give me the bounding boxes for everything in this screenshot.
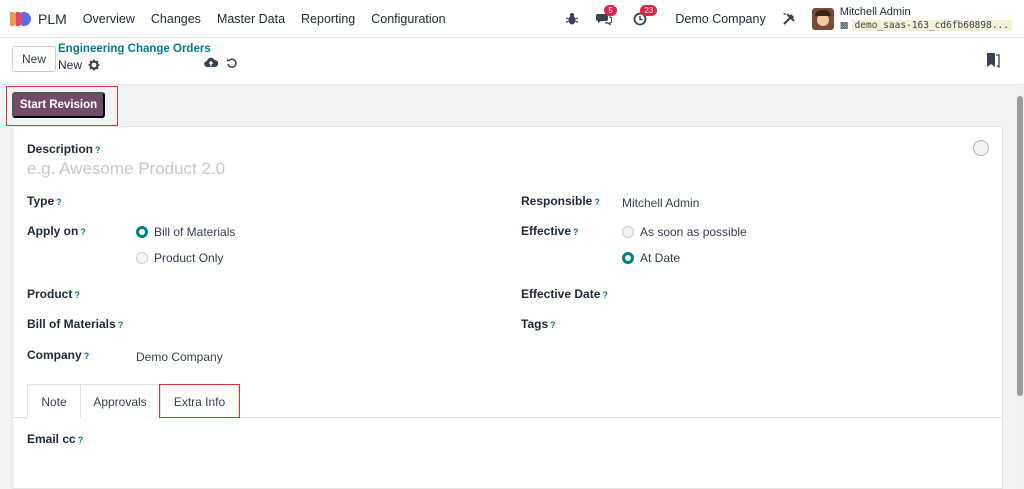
company-help-icon[interactable]: ? — [84, 351, 90, 361]
messages-button[interactable]: 5 — [593, 5, 617, 30]
debug-bug-icon[interactable] — [561, 8, 583, 30]
radio-unselected-icon — [622, 226, 634, 238]
gear-icon[interactable] — [88, 59, 100, 71]
database-icon: ▩ — [839, 20, 849, 30]
type-label: Type? — [27, 194, 62, 208]
scrollbar-thumb[interactable] — [1017, 96, 1023, 396]
form-sheet: Description? e.g. Awesome Product 2.0 Ty… — [12, 126, 1003, 489]
activities-button[interactable]: 23 — [629, 5, 658, 30]
bom-help-icon[interactable]: ? — [118, 320, 124, 330]
description-label: Description? — [27, 142, 101, 156]
responsible-label: Responsible? — [521, 194, 600, 208]
effective-at-date-label: At Date — [640, 251, 681, 265]
menu-changes[interactable]: Changes — [151, 12, 201, 26]
highlight-start-revision — [6, 86, 118, 126]
record-name: New — [58, 58, 83, 72]
tab-note[interactable]: Note — [27, 384, 81, 418]
responsible-help-icon[interactable]: ? — [594, 197, 600, 207]
database-name: demo_saas-163_cd6fb60898... — [851, 20, 1012, 31]
tab-approvals[interactable]: Approvals — [80, 384, 160, 418]
tools-icon[interactable] — [778, 8, 800, 30]
effective-date-label: Effective Date? — [521, 287, 608, 301]
type-help-icon[interactable]: ? — [56, 197, 62, 207]
save-cloud-icon[interactable] — [204, 57, 219, 72]
plm-logo-icon — [10, 11, 32, 26]
user-name: Mitchell Admin — [839, 6, 911, 18]
record-title: New — [58, 58, 100, 72]
radio-unselected-icon — [136, 252, 148, 264]
navbar-systray: 5 23 Demo Company Mitchell Admin ▩ demo_… — [561, 0, 1024, 38]
top-navbar: PLM Overview Changes Master Data Reporti… — [0, 0, 1024, 38]
menu-master-data[interactable]: Master Data — [217, 12, 285, 26]
tags-label: Tags? — [521, 317, 556, 331]
scrollbar[interactable] — [1016, 86, 1024, 489]
email-cc-help-icon[interactable]: ? — [78, 435, 84, 445]
effective-asap-radio[interactable]: As soon as possible — [622, 225, 747, 239]
user-menu[interactable]: Mitchell Admin ▩ demo_saas-163_cd6fb6089… — [840, 6, 1012, 32]
messages-badge: 5 — [604, 5, 617, 16]
email-cc-label: Email cc? — [27, 432, 84, 446]
brand[interactable]: PLM — [10, 11, 75, 27]
company-label: Company? — [27, 348, 90, 362]
description-input[interactable]: e.g. Awesome Product 2.0 — [27, 159, 225, 179]
highlight-extra-info — [159, 384, 240, 418]
radio-selected-icon — [622, 252, 634, 264]
responsible-field[interactable]: Mitchell Admin — [622, 196, 699, 210]
apply-on-help-icon[interactable]: ? — [80, 227, 86, 237]
effective-date-help-icon[interactable]: ? — [602, 290, 608, 300]
menu-configuration[interactable]: Configuration — [371, 12, 445, 26]
priority-status-circle[interactable] — [973, 140, 989, 156]
effective-help-icon[interactable]: ? — [573, 227, 579, 237]
effective-label: Effective? — [521, 224, 579, 238]
apply-on-bom-radio[interactable]: Bill of Materials — [136, 225, 235, 239]
user-avatar[interactable] — [811, 8, 834, 30]
product-help-icon[interactable]: ? — [74, 290, 80, 300]
description-help-icon[interactable]: ? — [95, 145, 101, 155]
apply-on-product-label: Product Only — [154, 251, 224, 265]
menu-overview[interactable]: Overview — [83, 12, 135, 26]
control-panel: New Engineering Change Orders New — [0, 38, 1024, 85]
product-label: Product? — [27, 287, 80, 301]
company-field[interactable]: Demo Company — [136, 350, 223, 364]
company-switcher[interactable]: Demo Company — [675, 12, 765, 26]
effective-at-date-radio[interactable]: At Date — [622, 251, 680, 265]
radio-selected-icon — [136, 226, 148, 238]
new-button[interactable]: New — [12, 46, 56, 72]
apply-on-bom-label: Bill of Materials — [154, 225, 236, 239]
status-bar: Start Revision — [0, 86, 1016, 126]
effective-asap-label: As soon as possible — [640, 225, 747, 239]
apply-on-label: Apply on? — [27, 224, 86, 238]
app-name[interactable]: PLM — [38, 11, 67, 27]
bom-label: Bill of Materials? — [27, 317, 124, 331]
discard-undo-icon[interactable] — [226, 57, 238, 72]
tags-help-icon[interactable]: ? — [550, 320, 556, 330]
breadcrumb-eco[interactable]: Engineering Change Orders — [58, 43, 211, 55]
apply-on-product-radio[interactable]: Product Only — [136, 251, 223, 265]
bookmark-icon[interactable] — [986, 52, 1000, 71]
activities-badge: 23 — [640, 5, 658, 16]
menu-reporting[interactable]: Reporting — [301, 12, 355, 26]
database-label: ▩ demo_saas-163_cd6fb60898... — [840, 18, 1012, 32]
